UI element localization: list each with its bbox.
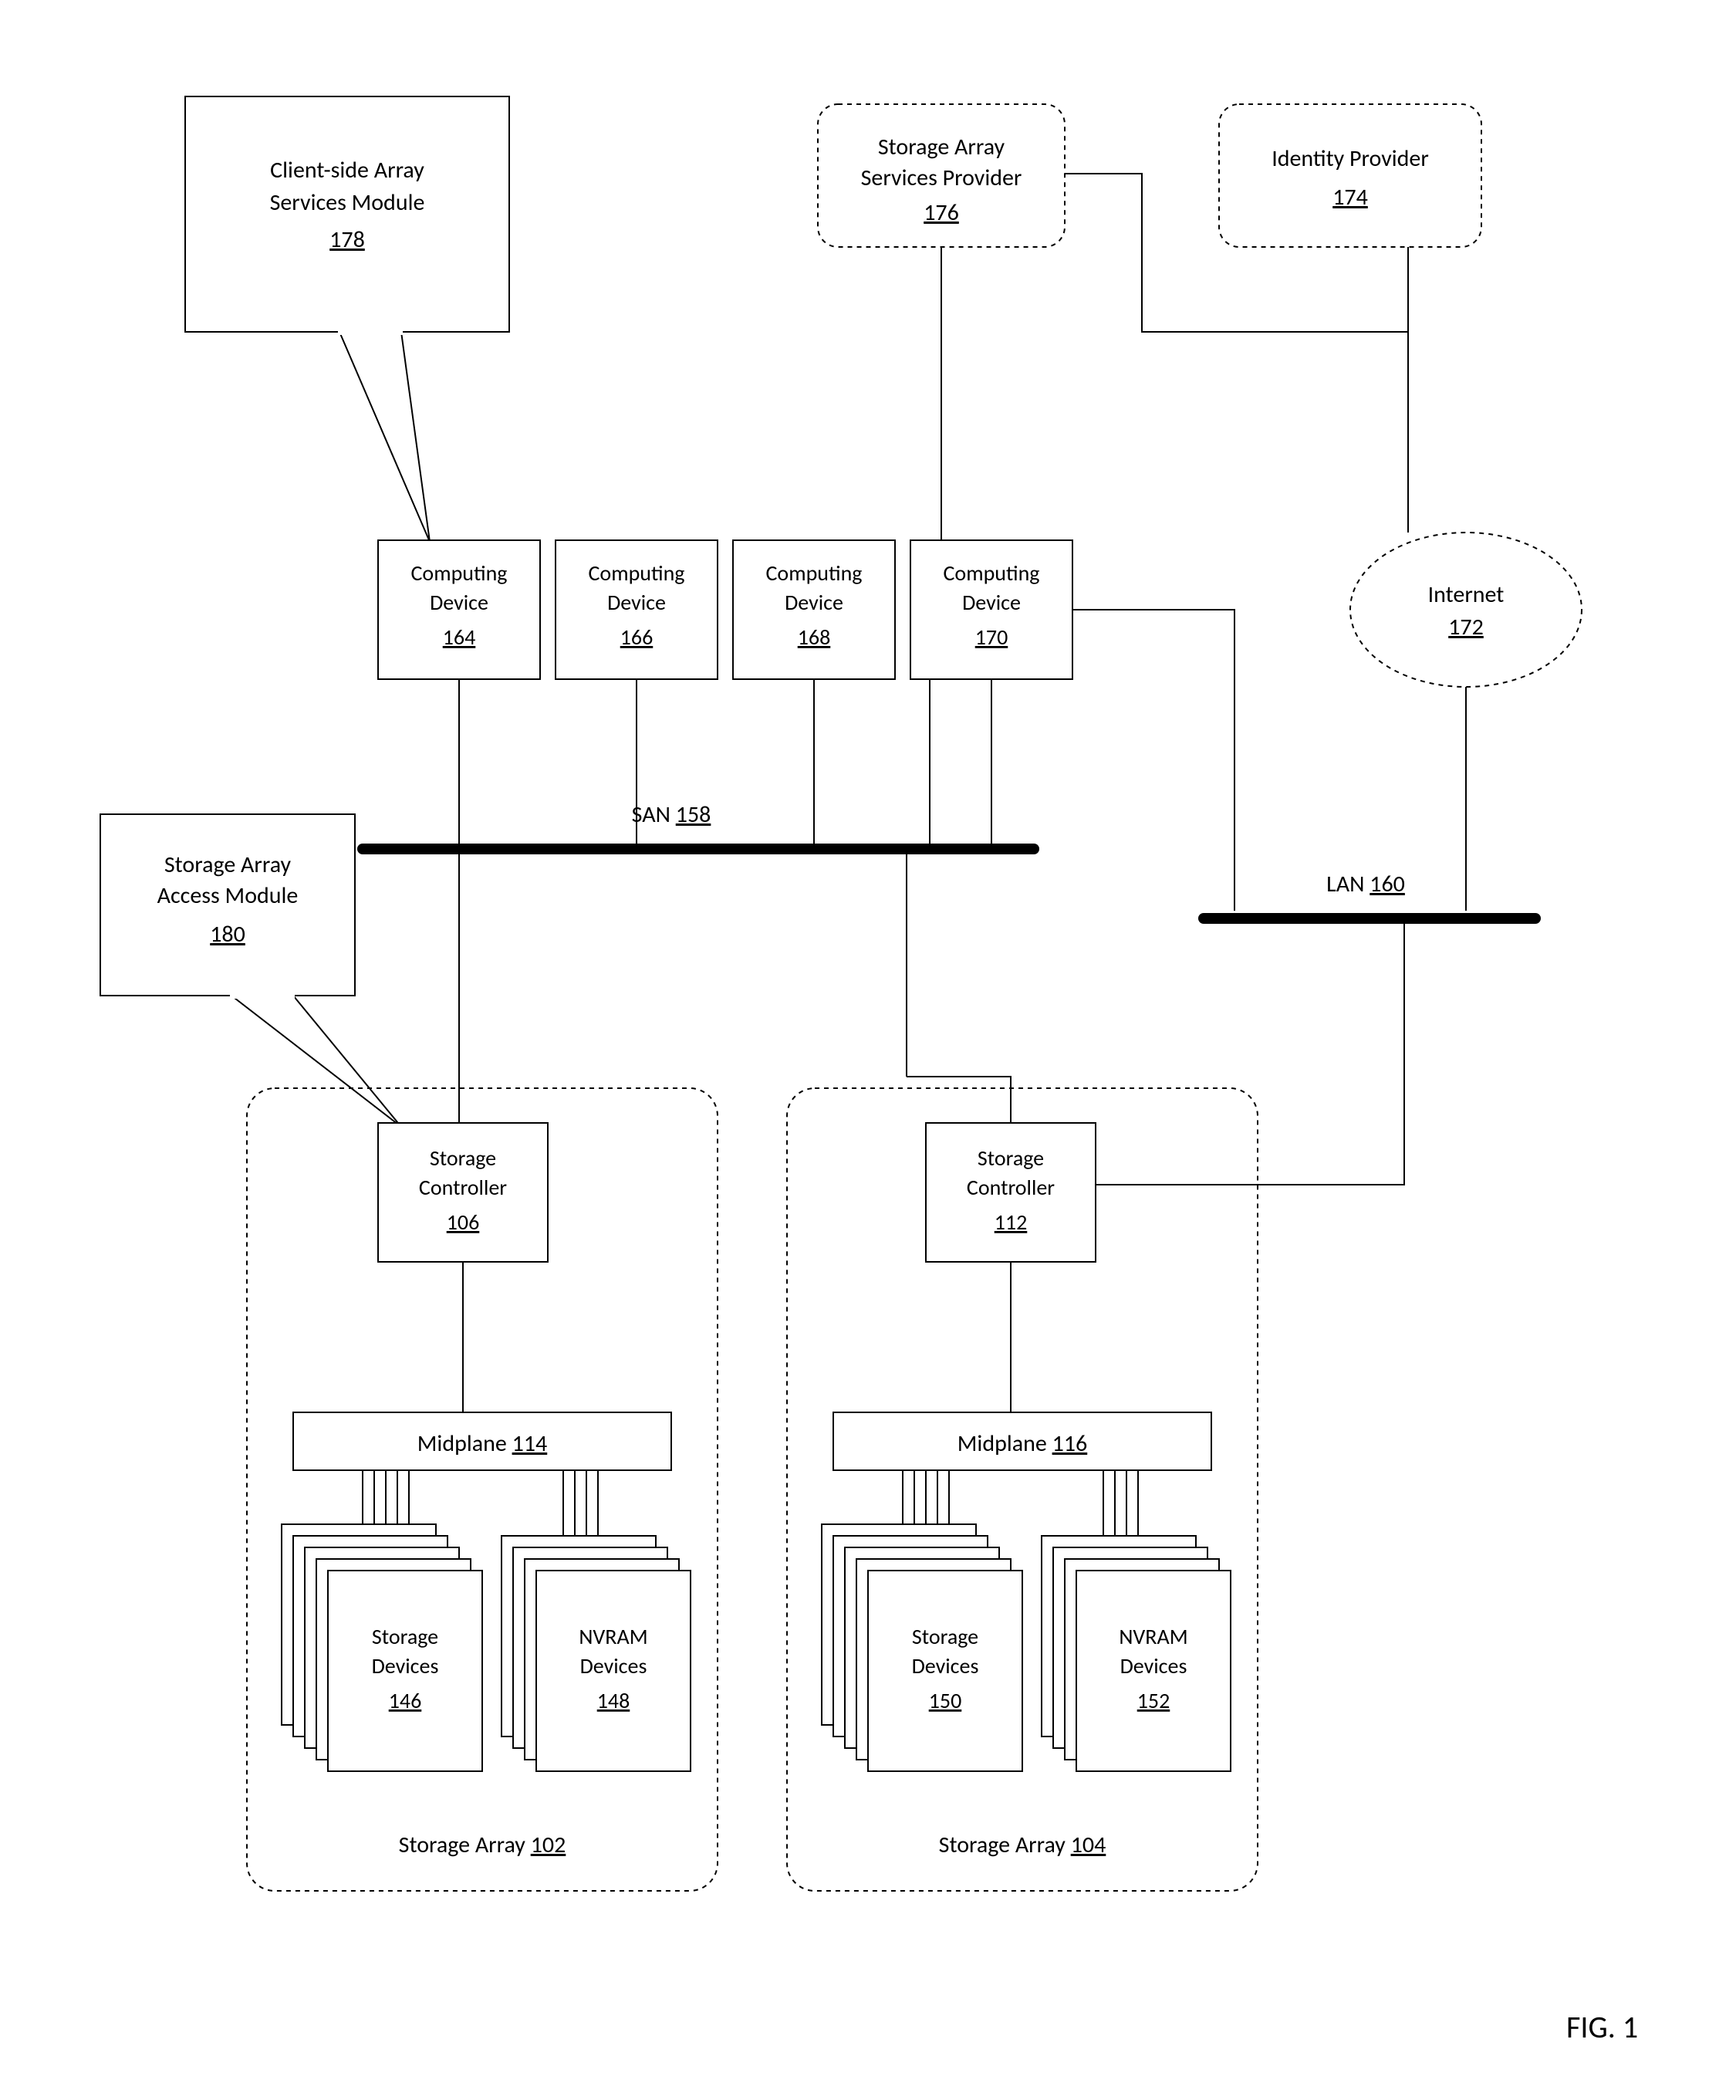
svg-text:180: 180 xyxy=(210,920,245,949)
svg-text:Computing: Computing xyxy=(766,560,863,587)
svg-text:Storage Array 104: Storage Array 104 xyxy=(939,1831,1106,1859)
svg-text:150: 150 xyxy=(929,1687,962,1714)
storage-devices-150: Storage Devices 150 xyxy=(822,1524,1022,1771)
svg-text:Computing: Computing xyxy=(411,560,508,587)
svg-text:148: 148 xyxy=(597,1687,630,1714)
svg-text:172: 172 xyxy=(1448,613,1484,641)
svg-text:106: 106 xyxy=(447,1209,480,1236)
nvram-devices-152: NVRAM Devices 152 xyxy=(1042,1536,1231,1771)
callout1-num: 178 xyxy=(329,225,365,254)
svg-text:152: 152 xyxy=(1137,1687,1170,1714)
storage-array-104: Storage Controller 112 Midplane 116 xyxy=(787,1088,1258,1891)
svg-text:Controller: Controller xyxy=(419,1174,507,1201)
svg-text:Device: Device xyxy=(430,589,488,616)
svg-text:Devices: Devices xyxy=(372,1652,439,1679)
svg-text:Devices: Devices xyxy=(912,1652,979,1679)
svg-text:Access Module: Access Module xyxy=(157,881,299,910)
san-bus: SAN 158 xyxy=(363,800,1034,849)
svg-text:Computing: Computing xyxy=(589,560,685,587)
storage-controller-112: Storage Controller 112 xyxy=(926,1123,1096,1262)
svg-text:NVRAM: NVRAM xyxy=(1119,1623,1187,1650)
svg-text:Storage Array 102: Storage Array 102 xyxy=(399,1831,566,1859)
storage-array-102: Storage Controller 106 Midplane 114 xyxy=(247,1088,718,1891)
storage-controller-106: Storage Controller 106 xyxy=(378,1123,548,1262)
internet-node: Internet 172 xyxy=(1350,533,1582,687)
midplane-114: Midplane 114 xyxy=(293,1412,671,1470)
svg-text:Device: Device xyxy=(607,589,666,616)
sasp-l1: Storage Array xyxy=(878,133,1005,161)
nvram-devices-148: NVRAM Devices 148 xyxy=(502,1536,691,1771)
svg-text:Devices: Devices xyxy=(580,1652,647,1679)
svg-text:Storage: Storage xyxy=(978,1145,1044,1172)
svg-text:112: 112 xyxy=(995,1209,1028,1236)
storage-array-services-provider: Storage Array Services Provider 176 xyxy=(818,104,1065,247)
lan-bus: LAN 160 xyxy=(1204,870,1535,918)
svg-text:Storage: Storage xyxy=(430,1145,496,1172)
svg-text:Storage Array: Storage Array xyxy=(164,850,292,879)
svg-text:Device: Device xyxy=(785,589,843,616)
svg-text:LAN 160: LAN 160 xyxy=(1326,870,1405,898)
svg-text:164: 164 xyxy=(443,624,476,651)
svg-text:170: 170 xyxy=(975,624,1008,651)
svg-text:Internet: Internet xyxy=(1428,580,1505,609)
callout-client-side-module: Client-side Array Services Module 178 xyxy=(185,96,509,542)
idp-l1: Identity Provider xyxy=(1272,144,1429,173)
svg-text:NVRAM: NVRAM xyxy=(579,1623,647,1650)
storage-devices-146: Storage Devices 146 xyxy=(282,1524,482,1771)
svg-text:Computing: Computing xyxy=(944,560,1040,587)
sasp-num: 176 xyxy=(924,198,959,227)
svg-text:Device: Device xyxy=(962,589,1021,616)
computing-device-166: Computing Device 166 xyxy=(556,540,718,679)
svg-text:Controller: Controller xyxy=(967,1174,1055,1201)
svg-text:Midplane 116: Midplane 116 xyxy=(958,1429,1087,1458)
svg-text:168: 168 xyxy=(798,624,831,651)
svg-text:146: 146 xyxy=(389,1687,422,1714)
svg-text:SAN 158: SAN 158 xyxy=(632,800,711,829)
callout1-l1: Client-side Array xyxy=(270,156,424,184)
computing-device-168: Computing Device 168 xyxy=(733,540,895,679)
callout1-l2: Services Module xyxy=(270,188,425,217)
identity-provider: Identity Provider 174 xyxy=(1219,104,1481,247)
svg-text:Devices: Devices xyxy=(1120,1652,1187,1679)
svg-text:Storage: Storage xyxy=(912,1623,978,1650)
callout-storage-access-module: Storage Array Access Module 180 xyxy=(100,814,401,1127)
svg-text:166: 166 xyxy=(620,624,654,651)
midplane-116: Midplane 116 xyxy=(833,1412,1211,1470)
computing-device-170: Computing Device 170 xyxy=(910,540,1072,679)
svg-text:Midplane 114: Midplane 114 xyxy=(417,1429,547,1458)
svg-text:Storage: Storage xyxy=(372,1623,438,1650)
sasp-l2: Services Provider xyxy=(861,164,1022,192)
computing-device-164: Computing Device 164 xyxy=(378,540,540,679)
figure-label: FIG. 1 xyxy=(1566,2008,1638,2046)
idp-num: 174 xyxy=(1332,183,1368,211)
